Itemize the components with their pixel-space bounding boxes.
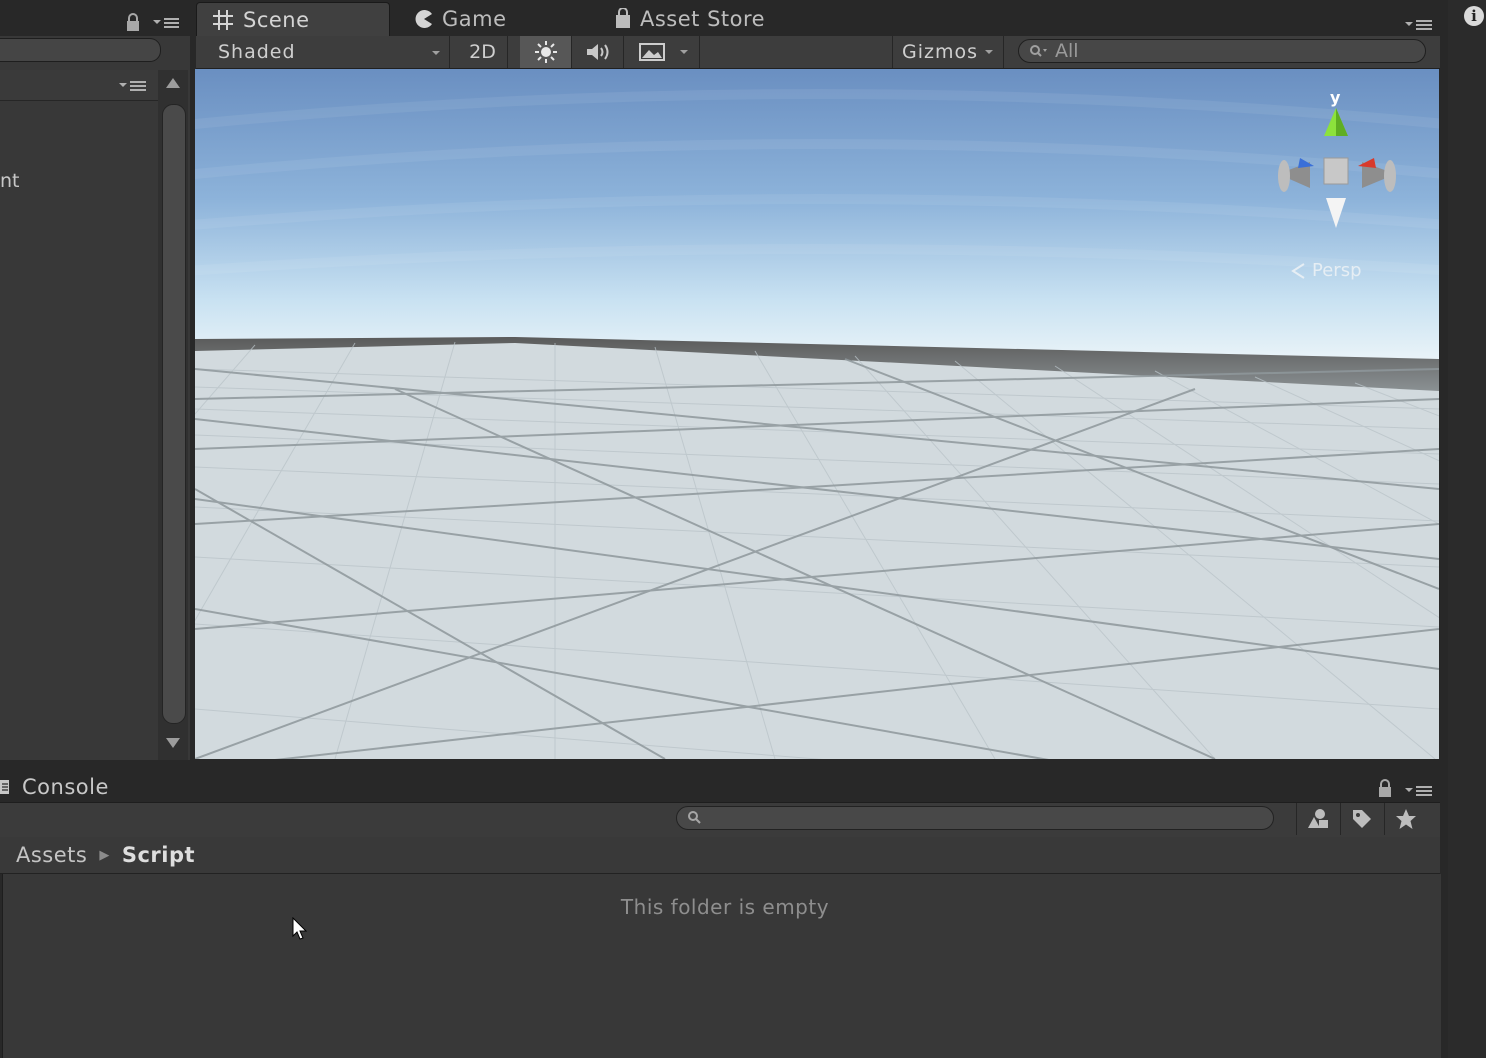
project-search-input[interactable] [676, 806, 1274, 830]
console-icon [0, 778, 10, 796]
cursor-icon [292, 917, 308, 941]
search-icon [1029, 44, 1049, 58]
2d-mode-button[interactable]: 2D [458, 36, 508, 68]
chevron-left-icon [1290, 262, 1306, 280]
image-effects-icon [638, 42, 665, 62]
breadcrumb-bar [0, 837, 1440, 874]
tab-asset-store[interactable]: Asset Store [614, 2, 765, 36]
scene-grid-icon [211, 8, 235, 32]
lock-icon[interactable] [1376, 778, 1394, 798]
star-icon [1395, 808, 1417, 830]
scene-orientation-gizmo[interactable] [1270, 88, 1410, 238]
menu-icon[interactable] [152, 16, 180, 30]
tab-scene[interactable]: Scene [196, 2, 390, 36]
game-pacman-icon [414, 9, 434, 29]
filter-by-label-button[interactable] [1340, 803, 1383, 835]
info-icon[interactable]: i [1464, 6, 1484, 26]
inspector-gutter [1448, 0, 1486, 1058]
dropdown-arrow-icon [431, 50, 441, 56]
hierarchy-scroll-thumb[interactable] [162, 104, 186, 724]
search-icon [687, 810, 703, 826]
scene-lighting-toggle[interactable] [520, 36, 572, 68]
gizmo-y-label: y [1330, 88, 1341, 107]
lock-icon[interactable] [124, 12, 142, 32]
scene-render [195, 69, 1439, 759]
filter-by-type-button[interactable] [1296, 803, 1339, 835]
favorites-button[interactable] [1384, 803, 1427, 835]
breadcrumb: Assets ▶ Script [16, 840, 195, 870]
breadcrumb-assets[interactable]: Assets [16, 843, 87, 867]
tab-game[interactable]: Game [414, 2, 507, 36]
hierarchy-search-input[interactable] [0, 38, 161, 62]
menu-icon[interactable] [1404, 18, 1434, 32]
tag-icon [1351, 808, 1373, 830]
menu-icon[interactable] [118, 79, 148, 93]
filter-by-type-icon [1306, 808, 1330, 830]
bottom-tabbar [0, 770, 1440, 802]
breadcrumb-script[interactable]: Script [122, 843, 195, 867]
projection-toggle[interactable]: Persp [1290, 260, 1362, 281]
shading-mode-dropdown[interactable]: Shaded [208, 36, 450, 68]
dropdown-arrow-icon [679, 49, 689, 55]
chevron-right-icon: ▶ [99, 847, 110, 863]
sun-icon [534, 40, 558, 64]
scroll-up-arrow-icon[interactable] [164, 76, 182, 90]
hierarchy-item-label[interactable]: nt [0, 170, 20, 192]
scene-viewport[interactable] [195, 69, 1439, 759]
scene-effects-dropdown[interactable] [628, 36, 700, 68]
empty-folder-message: This folder is empty [620, 895, 830, 919]
dropdown-arrow-icon [984, 49, 994, 55]
menu-icon[interactable] [1404, 784, 1434, 798]
audio-icon [585, 40, 613, 64]
gizmos-dropdown[interactable]: Gizmos [892, 36, 1004, 68]
scene-search-input[interactable]: All [1018, 39, 1426, 63]
tab-console[interactable]: Console [0, 772, 109, 802]
scroll-down-arrow-icon[interactable] [164, 736, 182, 750]
asset-store-bag-icon [614, 8, 632, 30]
scene-audio-toggle[interactable] [574, 36, 624, 68]
